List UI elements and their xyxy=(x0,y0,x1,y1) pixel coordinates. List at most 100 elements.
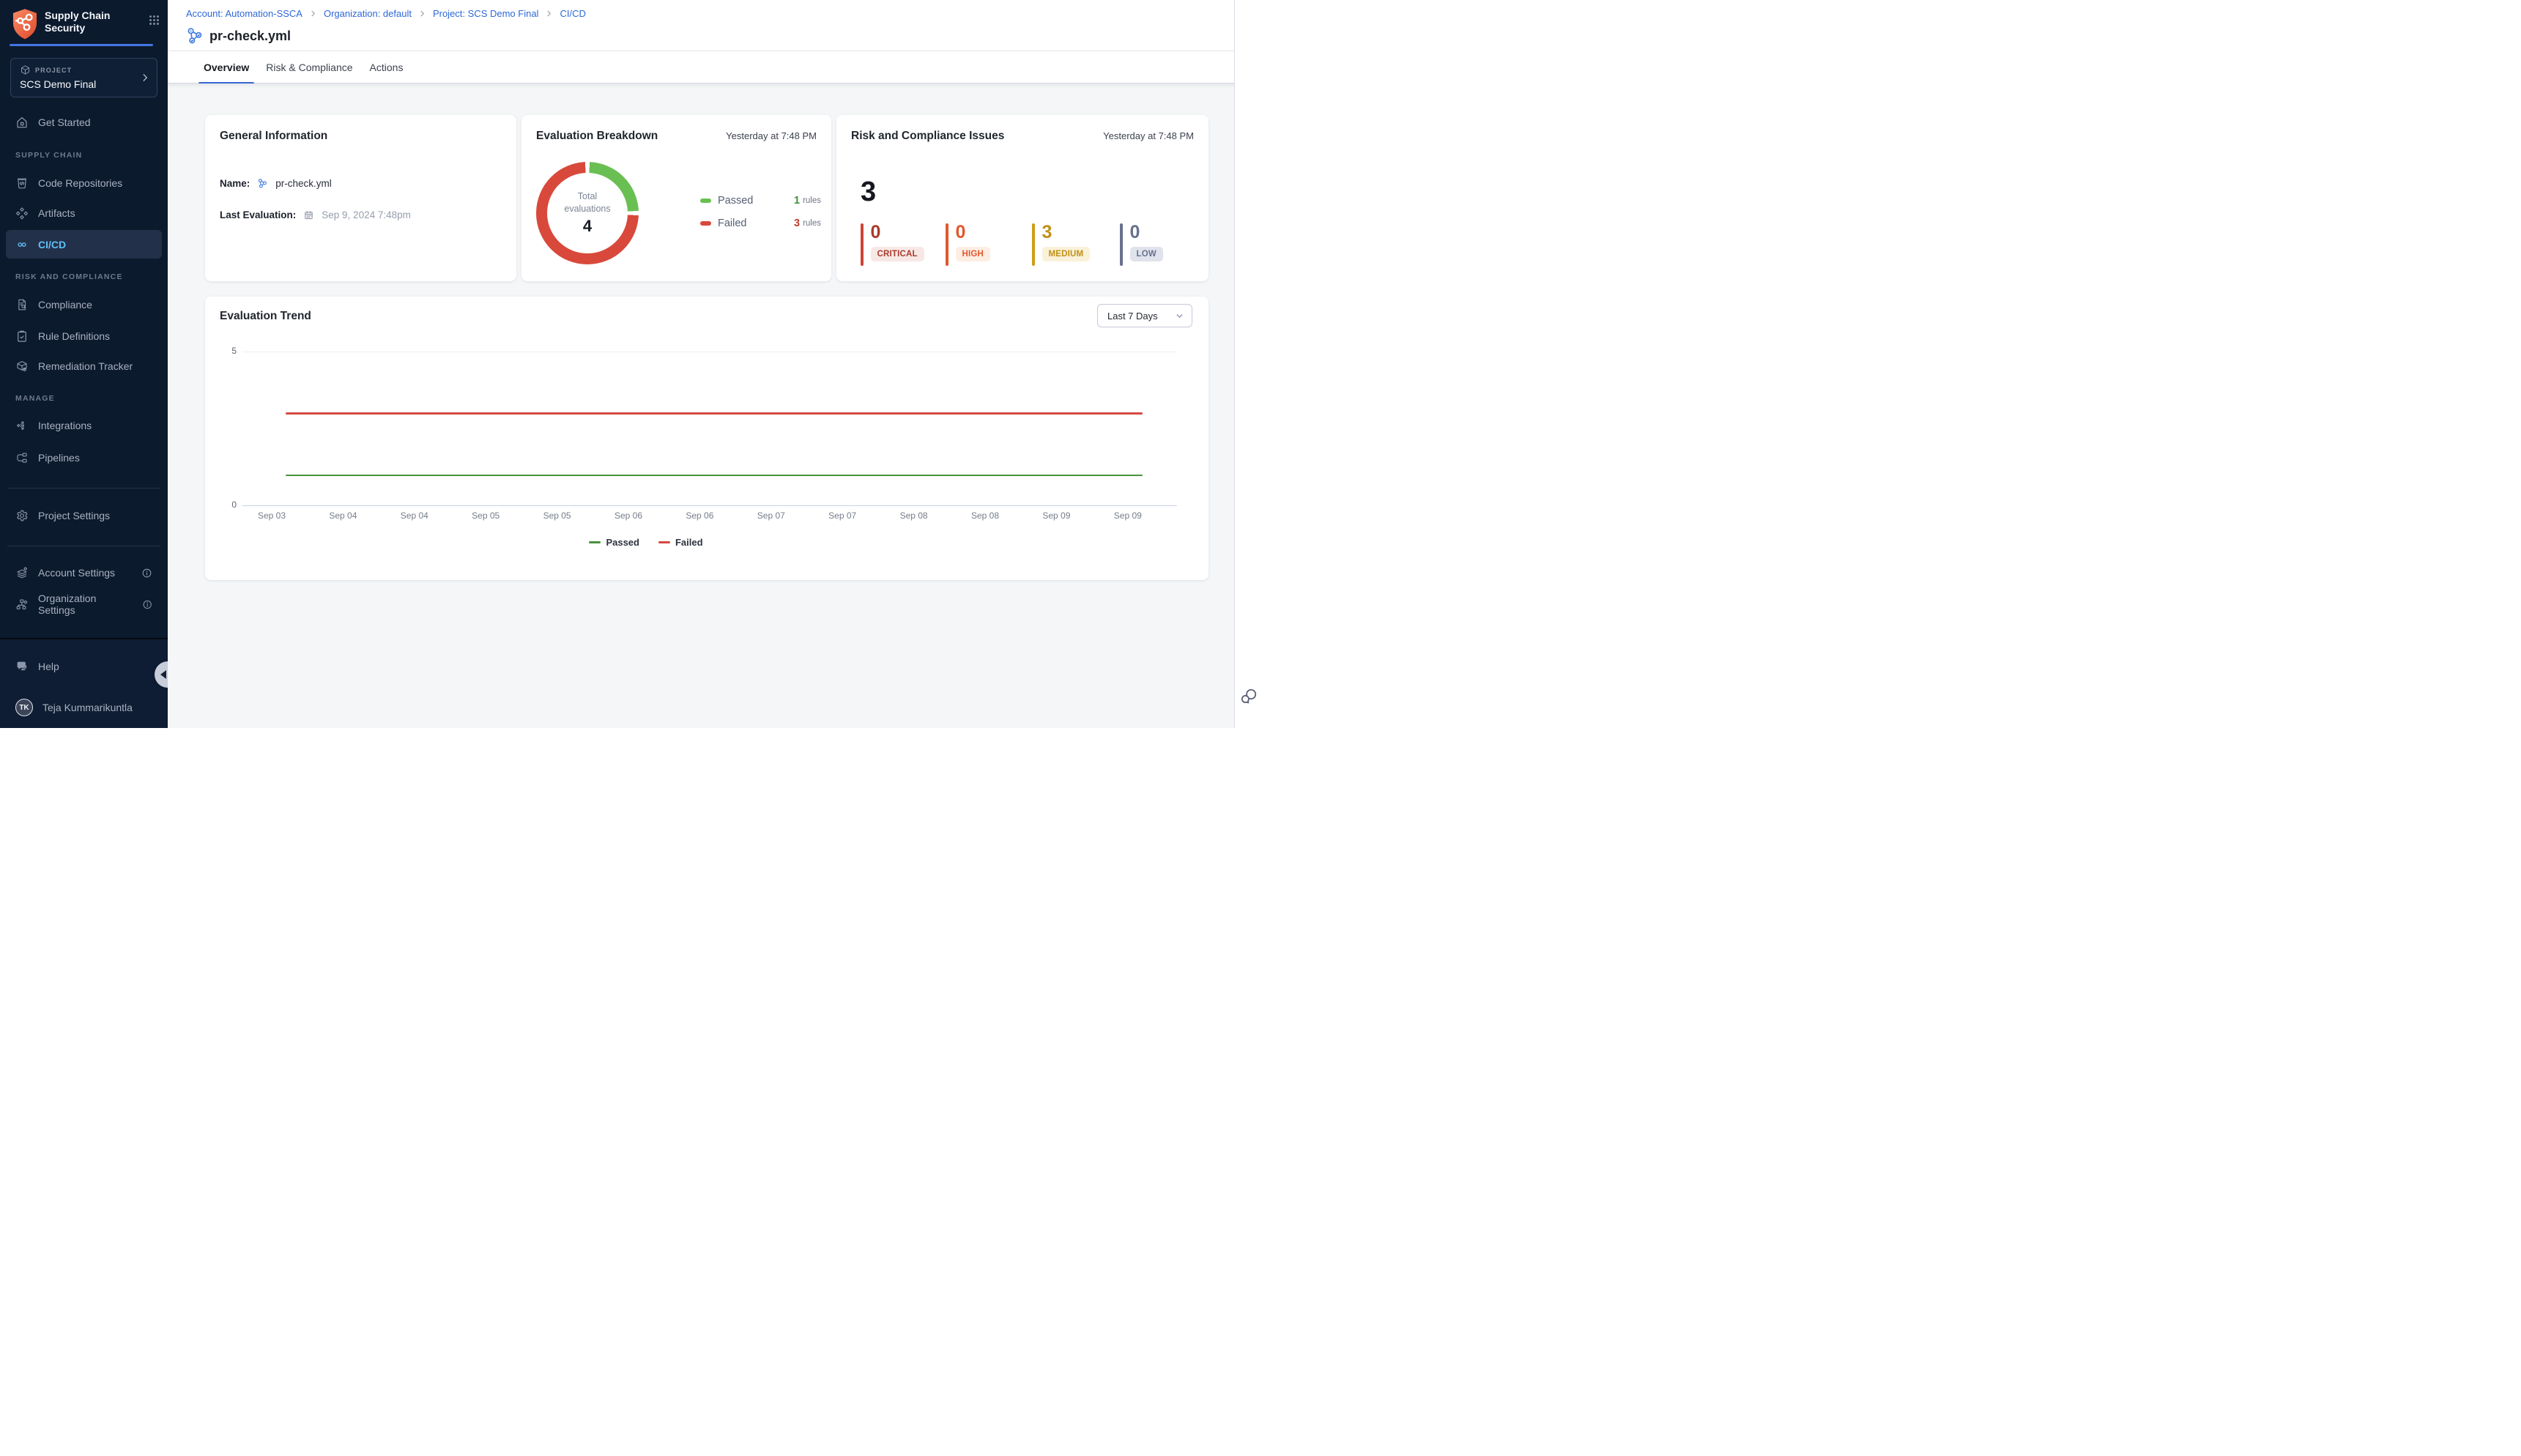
legend-item-passed: Passed xyxy=(589,537,639,548)
x-tick-label: Sep 08 xyxy=(959,510,1011,521)
chevron-right-icon xyxy=(545,10,553,18)
app-logo: Supply Chain Security xyxy=(11,8,160,40)
severity-low: 0 LOW xyxy=(1120,223,1163,266)
sidebar-item-help[interactable]: ? Help xyxy=(6,653,162,680)
medium-badge: MEDIUM xyxy=(1042,247,1091,261)
tab-actions[interactable]: Actions xyxy=(365,51,409,83)
legend-label: Failed xyxy=(718,218,747,229)
shield-logo-icon xyxy=(11,8,39,40)
passed-swatch xyxy=(700,198,711,203)
tab-overview[interactable]: Overview xyxy=(198,51,254,83)
sidebar-item-account-settings[interactable]: Account Settings xyxy=(6,559,162,587)
user-profile[interactable]: TK Teja Kummarikuntla xyxy=(6,691,162,724)
sidebar-item-code-repositories[interactable]: Code Repositories xyxy=(6,169,162,197)
legend-label: Passed xyxy=(606,537,639,548)
tab-risk-compliance[interactable]: Risk & Compliance xyxy=(261,51,357,83)
donut-center: Total evaluations 4 xyxy=(536,162,639,264)
card-title: General Information xyxy=(220,130,327,143)
pipeline-blue-icon xyxy=(257,178,268,189)
sidebar-item-label: CI/CD xyxy=(38,239,66,250)
infinity-icon xyxy=(15,238,29,251)
info-icon[interactable] xyxy=(142,599,152,610)
pipeline-name-value: pr-check.yml xyxy=(275,178,332,189)
sidebar-item-organization-settings[interactable]: Organization Settings xyxy=(6,590,162,618)
sidebar-item-label: Remediation Tracker xyxy=(38,360,133,372)
sidebar-item-label: Help xyxy=(38,661,59,672)
legend-label: Passed xyxy=(718,195,753,207)
info-icon[interactable] xyxy=(141,568,152,579)
x-tick-label: Sep 06 xyxy=(603,510,654,521)
sidebar-item-project-settings[interactable]: Project Settings xyxy=(6,502,162,530)
chat-bubbles-icon[interactable] xyxy=(1239,687,1258,706)
date-range-dropdown[interactable]: Last 7 Days xyxy=(1097,304,1192,327)
critical-count: 0 xyxy=(871,223,881,242)
sidebar-item-label: Integrations xyxy=(38,420,92,431)
sidebar-item-rule-definitions[interactable]: Rule Definitions xyxy=(6,322,162,350)
x-tick-label: Sep 07 xyxy=(746,510,797,521)
breadcrumb: Account: Automation-SSCA Organization: d… xyxy=(186,8,586,19)
sidebar-item-remediation-tracker[interactable]: Remediation Tracker xyxy=(6,352,162,380)
failed-line xyxy=(286,412,1143,415)
sidebar-item-compliance[interactable]: Compliance xyxy=(6,291,162,319)
high-count: 0 xyxy=(956,223,966,242)
failed-dash-icon xyxy=(658,541,670,544)
legend-item-passed: Passed 1 rules xyxy=(700,193,821,208)
severity-bar xyxy=(1032,223,1035,266)
card-title: Risk and Compliance Issues xyxy=(851,130,1004,143)
sidebar-item-label: Account Settings xyxy=(38,567,115,579)
grid-menu-icon[interactable] xyxy=(148,14,160,26)
x-tick-label: Sep 06 xyxy=(674,510,725,521)
sidebar-item-label: Code Repositories xyxy=(38,177,122,189)
sidebar-item-cicd[interactable]: CI/CD xyxy=(6,230,162,259)
tabs-bar: Overview Risk & Compliance Actions xyxy=(168,51,1234,83)
x-tick-label: Sep 08 xyxy=(888,510,940,521)
general-information-card: General Information Name: pr-check.yml L… xyxy=(205,115,516,281)
sidebar-item-get-started[interactable]: Get Started xyxy=(6,108,162,136)
low-badge: LOW xyxy=(1130,247,1163,261)
severity-high: 0 HIGH xyxy=(946,223,990,266)
failed-swatch xyxy=(700,221,711,226)
sidebar-item-label: Compliance xyxy=(38,299,92,311)
sidebar-item-integrations[interactable]: Integrations xyxy=(6,412,162,439)
app-title: Supply Chain Security xyxy=(45,10,125,34)
evaluation-trend-card: Evaluation Trend Last 7 Days 5 0 Sep 03S… xyxy=(205,297,1208,580)
breadcrumb-account[interactable]: Account: Automation-SSCA xyxy=(186,8,302,19)
sidebar-item-pipelines[interactable]: Pipelines xyxy=(6,444,162,472)
date-range-value: Last 7 Days xyxy=(1107,311,1158,322)
breadcrumb-project[interactable]: Project: SCS Demo Final xyxy=(433,8,539,19)
breadcrumb-cicd[interactable]: CI/CD xyxy=(560,8,585,19)
card-title: Evaluation Trend xyxy=(220,310,311,323)
passed-line xyxy=(286,475,1143,477)
donut-legend: Passed 1 rules Failed 3 rules xyxy=(700,193,821,231)
help-chat-icon: ? xyxy=(15,660,29,673)
severity-breakdown: 0 CRITICAL 0 HIGH 3 xyxy=(861,223,1197,269)
unit-label: rules xyxy=(803,196,821,205)
critical-badge: CRITICAL xyxy=(871,247,924,261)
sidebar-item-label: Organization Settings xyxy=(38,593,133,616)
x-tick-label: Sep 05 xyxy=(532,510,583,521)
sidebar-item-label: Pipelines xyxy=(38,452,80,464)
sidebar-item-label: Artifacts xyxy=(38,207,75,219)
total-issues-count: 3 xyxy=(861,177,876,208)
code-repo-icon xyxy=(15,177,29,190)
x-tick-label: Sep 09 xyxy=(1102,510,1154,521)
passed-dash-icon xyxy=(589,541,601,544)
avatar: TK xyxy=(15,699,33,716)
project-name: SCS Demo Final xyxy=(20,78,149,90)
passed-count: 1 xyxy=(794,195,800,207)
section-supply-chain: SUPPLY CHAIN xyxy=(15,151,82,160)
severity-critical: 0 CRITICAL xyxy=(861,223,924,266)
calendar-icon xyxy=(303,209,314,220)
timestamp: Yesterday at 7:48 PM xyxy=(1103,130,1194,141)
timestamp: Yesterday at 7:48 PM xyxy=(726,130,817,141)
sidebar-item-artifacts[interactable]: Artifacts xyxy=(6,199,162,227)
chevron-right-icon xyxy=(309,10,317,18)
project-selector[interactable]: PROJECT SCS Demo Final xyxy=(10,58,157,97)
box-icon xyxy=(15,360,29,373)
evaluation-breakdown-card: Evaluation Breakdown Yesterday at 7:48 P… xyxy=(521,115,831,281)
pipelines-icon xyxy=(15,451,29,464)
share-icon xyxy=(15,419,29,432)
x-tick-label: Sep 03 xyxy=(246,510,297,521)
chevron-down-icon xyxy=(1175,311,1184,321)
breadcrumb-organization[interactable]: Organization: default xyxy=(324,8,412,19)
